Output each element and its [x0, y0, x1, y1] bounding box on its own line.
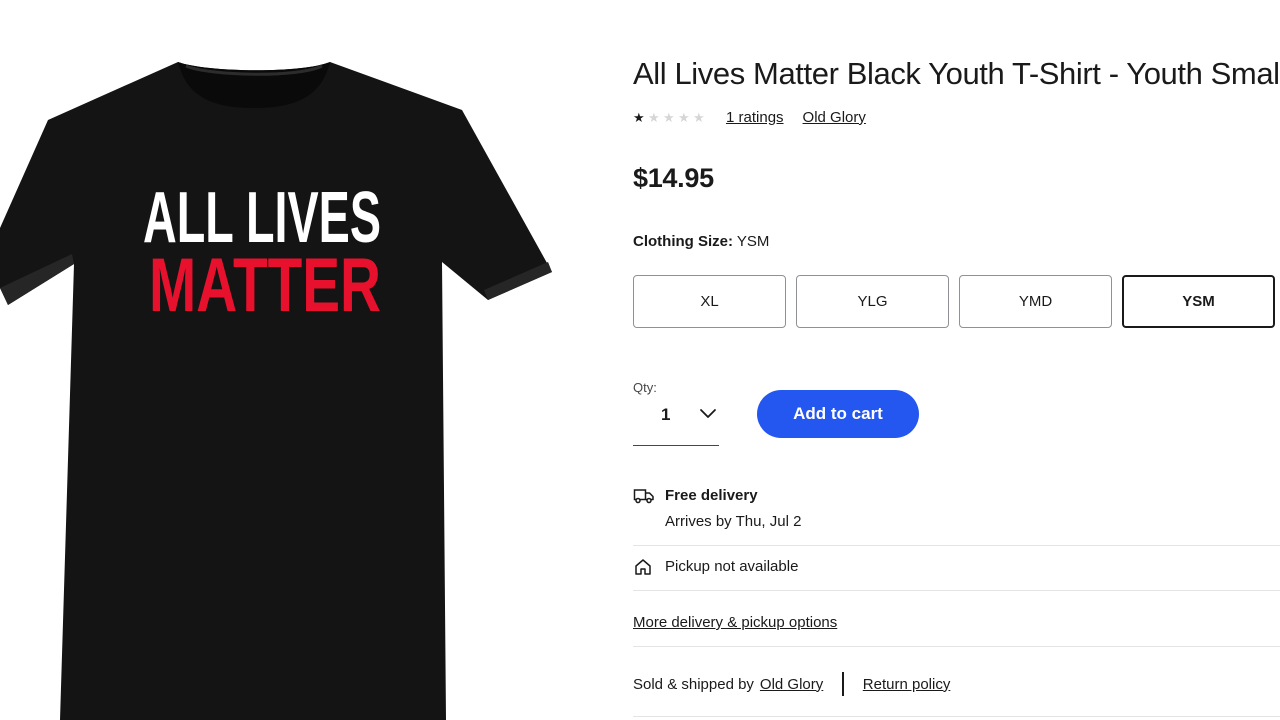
- size-option-ymd[interactable]: YMD: [959, 275, 1112, 328]
- divider: [633, 716, 1280, 717]
- star-icon-empty: ★: [663, 109, 675, 125]
- divider: [633, 545, 1280, 546]
- delivery-title: Free delivery: [665, 487, 758, 504]
- product-image[interactable]: ALL LIVES MATTER: [0, 50, 560, 720]
- truck-icon: [633, 489, 654, 504]
- size-options: XL YLG YMD YSM: [633, 275, 1280, 328]
- chevron-down-icon: [700, 409, 716, 418]
- size-option-ysm[interactable]: YSM: [1122, 275, 1275, 328]
- print-line-2: MATTER: [149, 243, 381, 328]
- size-option-xl[interactable]: XL: [633, 275, 786, 328]
- rating-row: ★ ★ ★ ★ ★ 1 ratings Old Glory: [633, 106, 885, 128]
- home-icon: [635, 559, 651, 575]
- pickup-text: Pickup not available: [665, 558, 799, 575]
- size-label-text: Clothing Size:: [633, 233, 733, 250]
- seller-row: Sold & shipped by Old Glory Return polic…: [633, 670, 950, 698]
- delivery-date: Arrives by Thu, Jul 2: [665, 513, 802, 530]
- divider: [633, 646, 1280, 647]
- divider: [633, 590, 1280, 591]
- star-icon-filled: ★: [633, 109, 645, 125]
- brand-link[interactable]: Old Glory: [803, 109, 866, 126]
- qty-label: Qty:: [633, 380, 657, 395]
- seller-link[interactable]: Old Glory: [760, 676, 823, 693]
- ratings-link[interactable]: 1 ratings: [726, 109, 784, 126]
- tshirt-shape: [0, 62, 552, 720]
- sold-by-text: Sold & shipped by: [633, 675, 754, 693]
- quantity-dropdown[interactable]: 1: [633, 398, 719, 446]
- size-option-ylg[interactable]: YLG: [796, 275, 949, 328]
- return-policy-link[interactable]: Return policy: [863, 676, 951, 693]
- divider: [842, 672, 844, 696]
- product-title: All Lives Matter Black Youth T-Shirt - Y…: [633, 56, 1280, 91]
- product-info-panel: All Lives Matter Black Youth T-Shirt - Y…: [633, 0, 1280, 720]
- size-label: Clothing Size: YSM: [633, 233, 769, 250]
- price: $14.95: [633, 163, 714, 193]
- add-to-cart-button[interactable]: Add to cart: [757, 390, 919, 438]
- size-selected-value: YSM: [736, 233, 770, 250]
- star-icon-empty: ★: [648, 109, 660, 125]
- star-icon-empty: ★: [678, 109, 690, 125]
- tshirt-illustration: ALL LIVES MATTER: [0, 62, 552, 720]
- more-delivery-options-link[interactable]: More delivery & pickup options: [633, 614, 837, 631]
- qty-value: 1: [661, 405, 671, 424]
- star-icon-empty: ★: [693, 109, 705, 125]
- star-rating: ★ ★ ★ ★ ★: [633, 111, 708, 124]
